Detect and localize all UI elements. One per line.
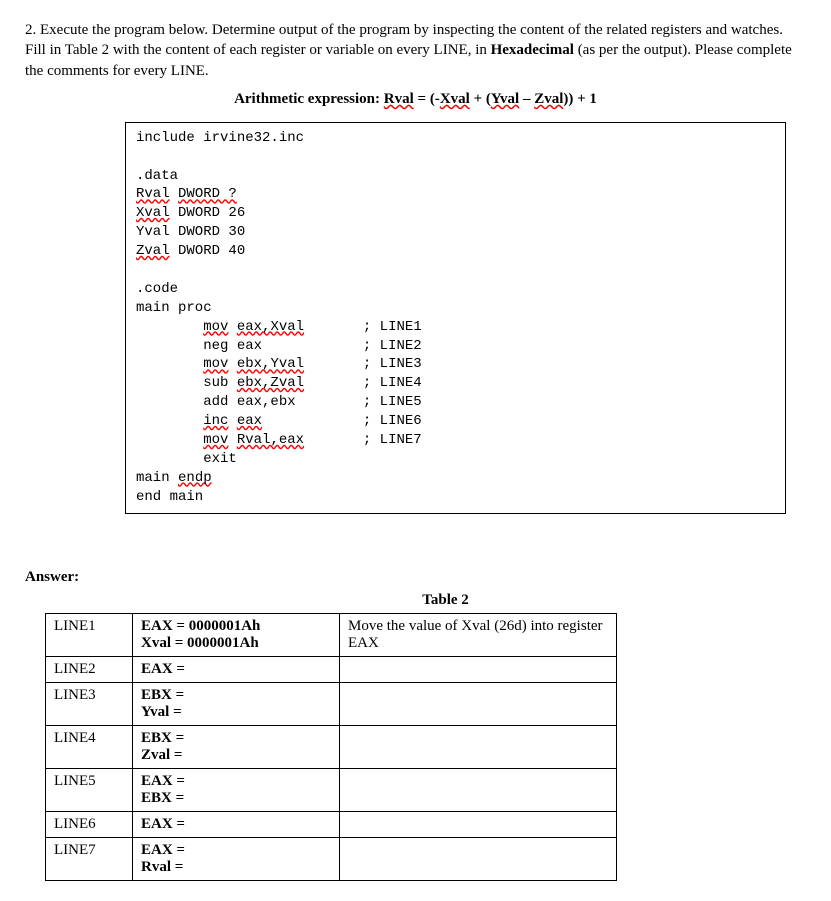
table-title: Table 2 — [85, 592, 806, 609]
table-row: LINE6 EAX = — [46, 811, 617, 837]
code-l6-d: eax — [237, 413, 262, 429]
code-l1-c — [228, 319, 236, 335]
question-prompt: 2. Execute the program below. Determine … — [25, 20, 806, 81]
regs-cell: EAX = — [133, 656, 340, 682]
code-data-hdr: .data — [136, 168, 178, 184]
code-l7-d: Rval,eax — [237, 432, 304, 448]
code-xval-b: DWORD 26 — [170, 205, 246, 221]
code-zval-b: DWORD 40 — [170, 243, 246, 259]
table-row: LINE2 EAX = — [46, 656, 617, 682]
code-l7-a — [136, 432, 203, 448]
regs-cell: EBX = Yval = — [133, 682, 340, 725]
code-rval-b — [170, 186, 178, 202]
regs-cell: EBX = Zval = — [133, 725, 340, 768]
comment-cell — [340, 725, 617, 768]
code-main-proc: main proc — [136, 300, 212, 316]
arith-yval: Yval — [491, 91, 519, 107]
code-zval-a: Zval — [136, 243, 170, 259]
comment-cell — [340, 768, 617, 811]
code-rval-a: Rval — [136, 186, 170, 202]
code-l3-a — [136, 356, 203, 372]
code-end-main: end main — [136, 489, 203, 505]
code-endp-a: main — [136, 470, 178, 486]
code-xval-a: Xval — [136, 205, 170, 221]
line-label: LINE4 — [46, 725, 133, 768]
code-include: include irvine32.inc — [136, 130, 304, 146]
code-yval: Yval DWORD 30 — [136, 224, 245, 240]
comment-cell — [340, 811, 617, 837]
code-listing: include irvine32.inc .data Rval DWORD ? … — [125, 122, 786, 514]
line-label: LINE1 — [46, 613, 133, 656]
code-l2: neg eax ; LINE2 — [136, 338, 422, 354]
code-l1-d: eax,Xval — [237, 319, 304, 335]
code-l1-b: mov — [203, 319, 228, 335]
code-l1-e: ; LINE1 — [304, 319, 422, 335]
comment-cell: Move the value of Xval (26d) into regist… — [340, 613, 617, 656]
code-l5: add eax,ebx ; LINE5 — [136, 394, 422, 410]
table-row: LINE7 EAX = Rval = — [46, 837, 617, 880]
arithmetic-expression: Arithmetic expression: Rval = (-Xval + (… — [25, 91, 806, 108]
comment-cell — [340, 656, 617, 682]
code-l3-b: mov — [203, 356, 228, 372]
regs-cell: EAX = EBX = — [133, 768, 340, 811]
code-l3-d: ebx,Yval — [237, 356, 304, 372]
arith-zval: Zval — [534, 91, 563, 107]
code-l6-e: ; LINE6 — [262, 413, 422, 429]
code-l3-e: ; LINE3 — [304, 356, 422, 372]
regs-cell: EAX = Rval = — [133, 837, 340, 880]
code-l7-e: ; LINE7 — [304, 432, 422, 448]
prompt-text-hex: Hexadecimal — [491, 42, 574, 58]
arith-rval: Rval — [384, 91, 414, 107]
answer-table: LINE1 EAX = 0000001Ah Xval = 0000001Ah M… — [45, 613, 617, 881]
arith-xval: Xval — [440, 91, 470, 107]
code-l4-c: ; LINE4 — [304, 375, 422, 391]
code-l4-b: ebx,Zval — [237, 375, 304, 391]
question-number: 2. — [25, 22, 36, 38]
line-label: LINE6 — [46, 811, 133, 837]
line-label: LINE2 — [46, 656, 133, 682]
code-exit: exit — [136, 451, 237, 467]
code-l6-a — [136, 413, 203, 429]
code-l4-a: sub — [136, 375, 237, 391]
table-row: LINE3 EBX = Yval = — [46, 682, 617, 725]
code-l1-a — [136, 319, 203, 335]
code-l7-c — [228, 432, 236, 448]
line-label: LINE3 — [46, 682, 133, 725]
arith-label: Arithmetic expression: — [234, 91, 384, 107]
line-label: LINE5 — [46, 768, 133, 811]
line-label: LINE7 — [46, 837, 133, 880]
arith-p4: + ( — [470, 91, 491, 107]
comment-cell — [340, 837, 617, 880]
comment-cell — [340, 682, 617, 725]
arith-p2: = (- — [414, 91, 440, 107]
code-l6-c — [228, 413, 236, 429]
regs-cell: EAX = 0000001Ah Xval = 0000001Ah — [133, 613, 340, 656]
code-l3-c — [228, 356, 236, 372]
arith-p8: )) + 1 — [563, 91, 597, 107]
code-endp-b: endp — [178, 470, 212, 486]
table-row: LINE4 EBX = Zval = — [46, 725, 617, 768]
table-row: LINE1 EAX = 0000001Ah Xval = 0000001Ah M… — [46, 613, 617, 656]
table-row: LINE5 EAX = EBX = — [46, 768, 617, 811]
code-l7-b: mov — [203, 432, 228, 448]
code-l6-b: inc — [203, 413, 228, 429]
code-rval-c: DWORD ? — [178, 186, 237, 202]
answer-label: Answer: — [25, 569, 806, 586]
arith-p6: – — [519, 91, 534, 107]
code-code-hdr: .code — [136, 281, 178, 297]
regs-cell: EAX = — [133, 811, 340, 837]
